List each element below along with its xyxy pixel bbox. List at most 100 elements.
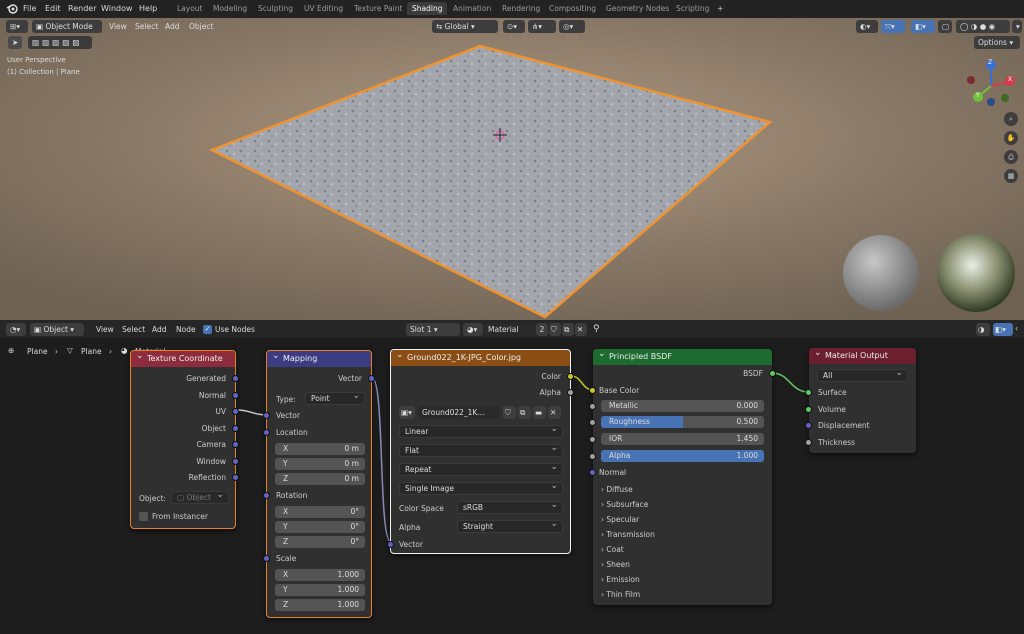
image-browse-icon[interactable]: ▣▾ bbox=[399, 406, 415, 419]
bsdf-normal-socket[interactable] bbox=[589, 469, 596, 476]
socket-camera[interactable] bbox=[232, 441, 239, 448]
output-target-dropdown[interactable]: All bbox=[817, 367, 908, 382]
image-out-color-label: Color bbox=[541, 372, 561, 381]
node-mapping[interactable]: Mapping Vector Type: Point Vector Locati… bbox=[263, 348, 375, 618]
socket-generated[interactable] bbox=[232, 375, 239, 382]
image-unlink-icon[interactable]: ✕ bbox=[548, 406, 561, 419]
node-texture-coordinate[interactable]: Texture Coordinate Generated Normal UV O… bbox=[130, 348, 239, 529]
image-name-field[interactable]: Ground022_1K... bbox=[418, 406, 500, 419]
socket-object[interactable] bbox=[232, 425, 239, 432]
image-in-vector-socket[interactable] bbox=[387, 541, 394, 548]
location-x-field[interactable]: X 0 m bbox=[275, 443, 365, 455]
panel-diffuse[interactable]: Diffuse bbox=[601, 485, 632, 494]
scale-z-field[interactable]: Z 1.000 bbox=[275, 599, 365, 611]
panel-coat[interactable]: Coat bbox=[601, 545, 623, 554]
color-space-dropdown[interactable]: sRGB bbox=[457, 499, 563, 514]
output-displacement-socket[interactable] bbox=[805, 422, 812, 429]
roughness-field[interactable]: Roughness 0.500 bbox=[601, 416, 764, 428]
socket-window[interactable] bbox=[232, 458, 239, 465]
bsdf-ior-socket[interactable] bbox=[589, 436, 596, 443]
scl-x-axis: X bbox=[283, 570, 289, 579]
alpha-mode-label: Alpha bbox=[399, 523, 421, 532]
metallic-value: 0.000 bbox=[736, 401, 758, 410]
node-principled-bsdf[interactable]: Principled BSDF Base Color Metallic 0.000… bbox=[589, 346, 776, 605]
mapping-vector-label: Vector bbox=[276, 411, 300, 420]
bsdf-out-socket[interactable] bbox=[769, 370, 776, 377]
rot-y-axis: Y bbox=[283, 522, 288, 531]
ior-value: 1.450 bbox=[736, 434, 758, 443]
alpha-mode-dropdown[interactable]: Straight bbox=[457, 518, 563, 533]
image-texture-header[interactable]: Ground022_1K-JPG_Color.jpg bbox=[391, 347, 570, 366]
out-generated-label: Generated bbox=[186, 374, 226, 383]
rotation-y-field[interactable]: Y 0° bbox=[275, 521, 365, 533]
rotation-x-field[interactable]: X 0° bbox=[275, 506, 365, 518]
image-duplicate-icon[interactable]: ⧉ bbox=[518, 406, 531, 419]
bsdf-metallic-socket[interactable] bbox=[589, 403, 596, 410]
panel-subsurface[interactable]: Subsurface bbox=[601, 500, 648, 509]
mapping-in-vector-socket[interactable] bbox=[263, 412, 270, 419]
from-instancer-label: From Instancer bbox=[152, 512, 208, 521]
output-volume-socket[interactable] bbox=[805, 406, 812, 413]
source-dropdown[interactable]: Single Image bbox=[399, 480, 563, 495]
mapping-scale-socket[interactable] bbox=[263, 555, 270, 562]
location-y-field[interactable]: Y 0 m bbox=[275, 458, 365, 470]
ior-field[interactable]: IOR 1.450 bbox=[601, 433, 764, 445]
image-in-vector-label: Vector bbox=[399, 540, 423, 549]
mapping-location-label: Location bbox=[276, 428, 308, 437]
node-image-texture[interactable]: Ground022_1K-JPG_Color.jpg Color Alpha ▣… bbox=[387, 347, 574, 554]
metallic-field[interactable]: Metallic 0.000 bbox=[601, 400, 764, 412]
mapping-type-dropdown[interactable]: Point bbox=[305, 390, 365, 405]
image-fake-user-icon[interactable]: ⛉ bbox=[503, 406, 516, 419]
extension-dropdown[interactable]: Repeat bbox=[399, 461, 563, 476]
projection-dropdown[interactable]: Flat bbox=[399, 442, 563, 457]
panel-transmission[interactable]: Transmission bbox=[601, 530, 654, 539]
image-out-color-socket[interactable] bbox=[567, 373, 574, 380]
output-surface-socket[interactable] bbox=[805, 389, 812, 396]
rotation-z-field[interactable]: Z 0° bbox=[275, 536, 365, 548]
mapping-location-socket[interactable] bbox=[263, 429, 270, 436]
color-space-label: Color Space bbox=[399, 504, 444, 513]
mapping-out-vector-socket[interactable] bbox=[368, 375, 375, 382]
bsdf-roughness-socket[interactable] bbox=[589, 419, 596, 426]
mapping-rotation-label: Rotation bbox=[276, 491, 308, 500]
object-placeholder: Object bbox=[186, 493, 211, 502]
rot-z-axis: Z bbox=[283, 537, 289, 546]
bsdf-base-color-label: Base Color bbox=[599, 386, 640, 395]
mapping-out-vector-label: Vector bbox=[338, 374, 362, 383]
panel-specular[interactable]: Specular bbox=[601, 515, 639, 524]
roughness-value: 0.500 bbox=[736, 417, 758, 426]
socket-reflection[interactable] bbox=[232, 474, 239, 481]
panel-emission[interactable]: Emission bbox=[601, 575, 639, 584]
socket-normal[interactable] bbox=[232, 392, 239, 399]
panel-sheen[interactable]: Sheen bbox=[601, 560, 630, 569]
bsdf-normal-label: Normal bbox=[599, 468, 627, 477]
panel-thin-film[interactable]: Thin Film bbox=[601, 590, 640, 599]
scl-y-axis: Y bbox=[283, 585, 288, 594]
interpolation-dropdown[interactable]: Linear bbox=[399, 423, 563, 438]
location-z-field[interactable]: Z 0 m bbox=[275, 473, 365, 485]
scale-y-field[interactable]: Y 1.000 bbox=[275, 584, 365, 596]
bsdf-alpha-socket[interactable] bbox=[589, 453, 596, 460]
image-out-alpha-socket[interactable] bbox=[567, 389, 574, 396]
bsdf-out-label: BSDF bbox=[743, 369, 763, 378]
rot-y-value: 0° bbox=[350, 522, 359, 531]
socket-uv[interactable] bbox=[232, 408, 239, 415]
scale-x-field[interactable]: X 1.000 bbox=[275, 569, 365, 581]
loc-z-axis: Z bbox=[283, 474, 289, 483]
alpha-field[interactable]: Alpha 1.000 bbox=[601, 450, 764, 462]
loc-y-value: 0 m bbox=[344, 459, 359, 468]
mapping-header[interactable]: Mapping bbox=[267, 348, 371, 367]
image-open-folder-icon[interactable]: ▬ bbox=[533, 406, 546, 419]
rot-z-value: 0° bbox=[350, 537, 359, 546]
from-instancer-checkbox[interactable] bbox=[139, 512, 148, 521]
object-picker-field[interactable]: ▢ Object bbox=[171, 489, 229, 504]
texcoord-header[interactable]: Texture Coordinate bbox=[131, 348, 235, 367]
bsdf-header[interactable]: Principled BSDF bbox=[593, 346, 772, 365]
node-material-output[interactable]: Material Output All Surface Volume Displ… bbox=[805, 345, 916, 453]
bsdf-base-color-socket[interactable] bbox=[589, 387, 596, 394]
material-output-header[interactable]: Material Output bbox=[809, 345, 916, 364]
mapping-rotation-socket[interactable] bbox=[263, 492, 270, 499]
output-thickness-socket[interactable] bbox=[805, 439, 812, 446]
out-window-label: Window bbox=[196, 457, 226, 466]
alpha-label: Alpha bbox=[609, 451, 631, 460]
